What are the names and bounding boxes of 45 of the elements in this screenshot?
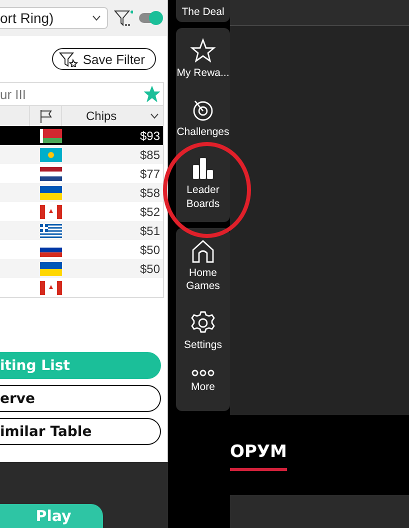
sidebar-item[interactable]: More <box>191 381 215 396</box>
table-row[interactable]: $85 <box>0 145 163 164</box>
sidebar-item[interactable]: Home Games <box>176 266 230 294</box>
chips-cell-text: $50 <box>140 242 161 256</box>
toggle-switch[interactable] <box>139 13 162 23</box>
flag-icon <box>40 186 62 200</box>
more-icon <box>190 368 216 378</box>
action-button[interactable]: imilar Table <box>0 418 161 445</box>
flag-icon[interactable] <box>38 109 52 123</box>
star-icon <box>190 38 216 64</box>
table-row[interactable]: $51 <box>0 221 163 240</box>
flag-icon <box>40 128 62 142</box>
caret-icon <box>92 15 101 21</box>
chips-cell-text: $77 <box>140 166 161 180</box>
flag-icon <box>40 148 62 162</box>
forum-tab[interactable]: ОРУМ <box>230 442 287 471</box>
game-dropdown[interactable]: ort Ring) <box>0 7 108 29</box>
chips-cell-text: $85 <box>140 148 161 162</box>
chips-cell-text: $58 <box>140 186 161 200</box>
star-icon[interactable] <box>144 86 160 102</box>
table-row[interactable]: $58 <box>0 183 163 202</box>
table-row[interactable]: $50 <box>0 259 163 278</box>
sidebar-item[interactable]: Settings <box>184 338 222 352</box>
chips-cell-text: $93 <box>140 128 161 142</box>
flag-icon <box>40 262 62 276</box>
flag-icon <box>40 204 62 218</box>
filter-star-icon <box>58 51 79 67</box>
flag-icon <box>40 280 62 294</box>
table-row[interactable]: $93 <box>0 126 163 145</box>
action-button[interactable]: erve <box>0 385 161 412</box>
sidebar-item[interactable]: Challenges <box>176 126 230 140</box>
flag-icon <box>40 224 62 238</box>
chips-cell-text: $51 <box>140 224 161 238</box>
filter-icon[interactable] <box>114 9 134 27</box>
table-name: ur III <box>0 86 26 102</box>
save-filter-button[interactable]: Save Filter <box>52 48 156 70</box>
home-icon <box>190 238 216 264</box>
chips-cell-text: $52 <box>140 204 161 218</box>
bar-chart-icon <box>190 155 216 182</box>
caret-icon <box>150 113 159 119</box>
flag-icon <box>40 166 62 180</box>
sidebar-item[interactable]: The Deal <box>182 6 224 20</box>
sidebar-item[interactable]: My Rewa... <box>176 67 230 81</box>
sidebar-item[interactable]: Leader Boards <box>176 184 230 212</box>
chips-cell-text: $50 <box>140 262 161 276</box>
